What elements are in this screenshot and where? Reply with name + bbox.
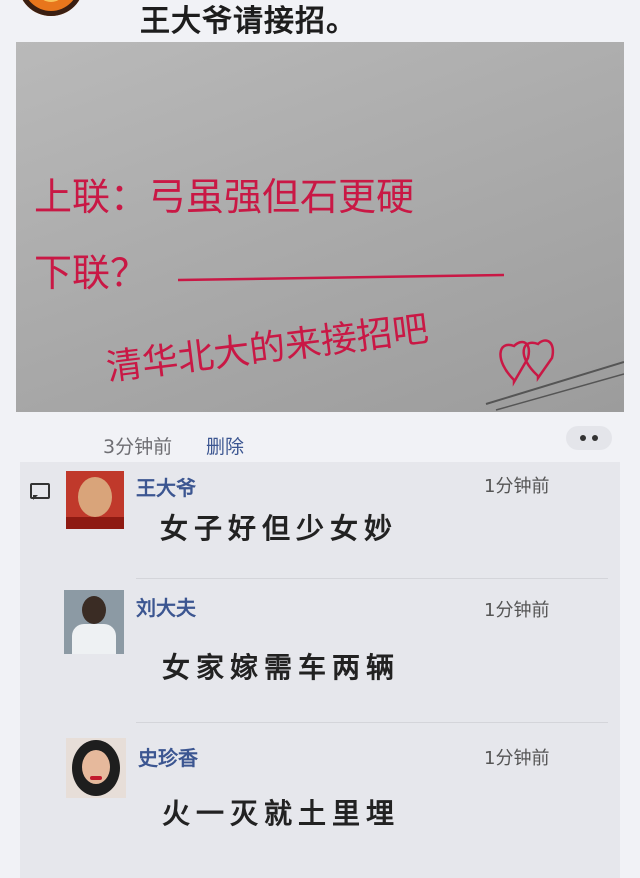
comment-time: 1分钟前 bbox=[484, 476, 550, 497]
comment-time: 1分钟前 bbox=[484, 600, 550, 621]
more-icon[interactable] bbox=[566, 426, 612, 450]
more-dot bbox=[580, 435, 586, 441]
comment-time: 1分钟前 bbox=[484, 748, 550, 769]
avatar[interactable] bbox=[66, 738, 126, 798]
post-text: 王大爷请接招。 bbox=[140, 4, 357, 39]
commenter-name[interactable]: 王大爷 bbox=[136, 472, 196, 501]
comment-text: 火一灭就土里埋 bbox=[162, 797, 401, 830]
couplet-first-line: 上联：弓虽强但石更硬 bbox=[34, 175, 414, 219]
couplet-second-line: 下联？ bbox=[34, 251, 148, 295]
comment-text: 女子好但少女妙 bbox=[160, 512, 399, 545]
avatar[interactable] bbox=[66, 471, 124, 529]
post-photo[interactable]: 上联：弓虽强但石更硬 下联？ 清华北大的来接招吧 bbox=[16, 42, 624, 412]
commenter-name[interactable]: 史珍香 bbox=[138, 742, 198, 771]
answer-blank-line bbox=[177, 273, 505, 282]
delete-link[interactable]: 删除 bbox=[206, 432, 244, 459]
divider bbox=[136, 722, 608, 723]
more-dot bbox=[592, 435, 598, 441]
decor-line bbox=[485, 361, 624, 405]
commenter-name[interactable]: 刘大夫 bbox=[136, 592, 196, 621]
avatar[interactable] bbox=[64, 590, 124, 654]
comment-text: 女家嫁需车两辆 bbox=[162, 651, 401, 684]
handwriting-drawing: 上联：弓虽强但石更硬 下联？ 清华北大的来接招吧 bbox=[34, 175, 624, 411]
comment-icon bbox=[30, 483, 50, 500]
post-time: 3分钟前 bbox=[103, 436, 173, 458]
challenge-line: 清华北大的来接招吧 bbox=[104, 309, 431, 389]
divider bbox=[136, 578, 608, 579]
poster-avatar[interactable] bbox=[18, 0, 84, 16]
